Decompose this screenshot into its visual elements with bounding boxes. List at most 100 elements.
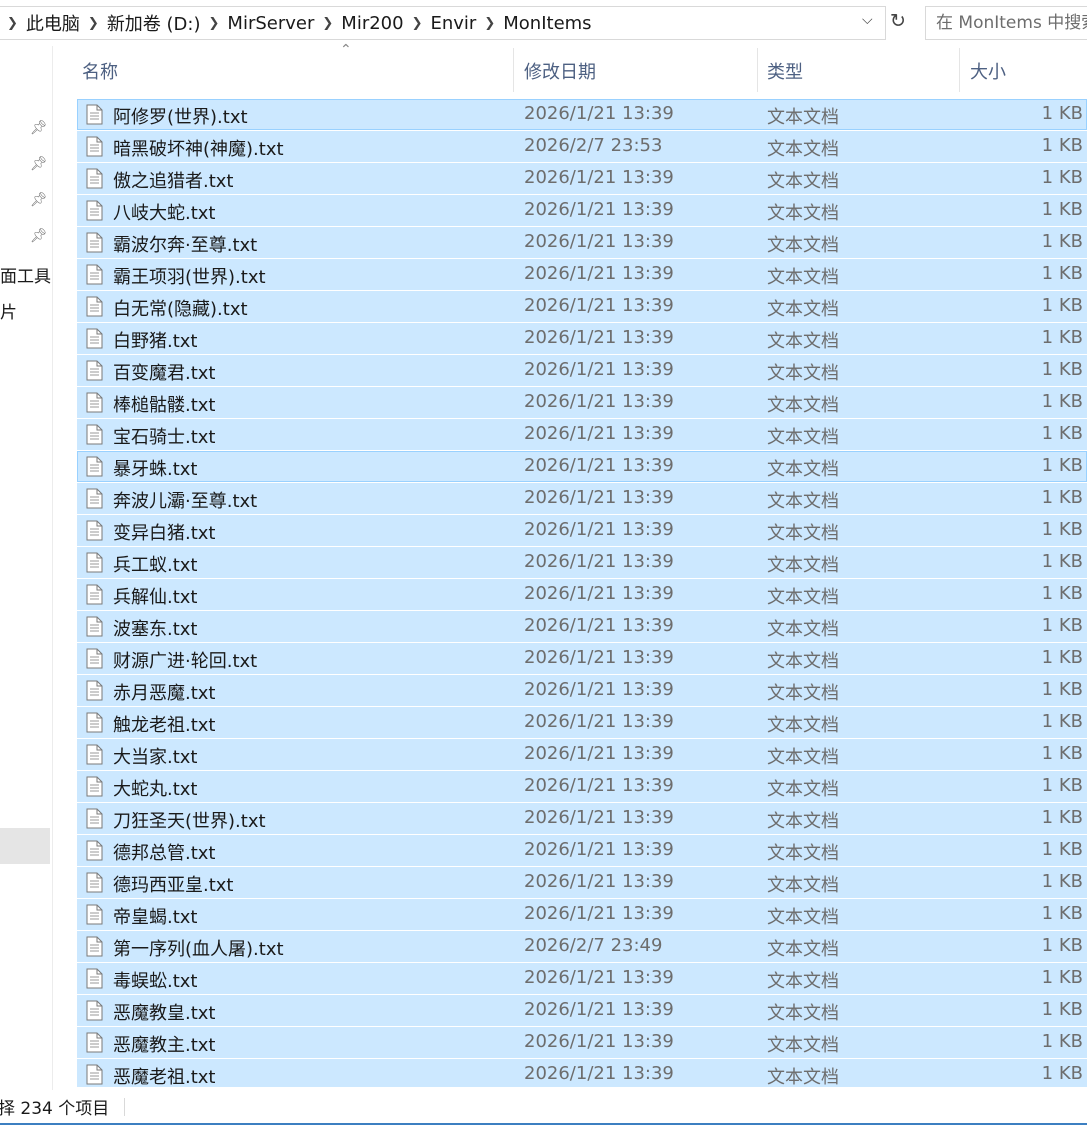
file-row[interactable]: 霸波尔奔·至尊.txt 2026/1/21 13:39 文本文档 1 KB	[77, 227, 1087, 258]
file-name: 兵解仙.txt	[113, 587, 198, 608]
pin-icon[interactable]: 📌︎	[30, 120, 48, 136]
file-row[interactable]: 暴牙蛛.txt 2026/1/21 13:39 文本文档 1 KB	[77, 451, 1087, 482]
column-date[interactable]: 修改日期	[524, 58, 596, 84]
nav-item-desktop-tools[interactable]: 面工具	[0, 262, 51, 287]
search-input[interactable]: 在 MonItems 中搜索	[925, 6, 1087, 40]
text-file-icon	[86, 424, 103, 445]
nav-item-hovered[interactable]	[0, 828, 50, 864]
breadcrumb-envir[interactable]: Envir	[431, 13, 477, 34]
selection-count: 择 234 个项目	[0, 1099, 110, 1119]
text-file-icon	[86, 808, 103, 829]
file-row[interactable]: 波塞东.txt 2026/1/21 13:39 文本文档 1 KB	[77, 611, 1087, 642]
file-name: 棒槌骷髅.txt	[113, 395, 216, 416]
file-date: 2026/1/21 13:39	[524, 615, 674, 636]
file-row[interactable]: 刀狂圣天(世界).txt 2026/1/21 13:39 文本文档 1 KB	[77, 803, 1087, 834]
file-row[interactable]: 财源广进·轮回.txt 2026/1/21 13:39 文本文档 1 KB	[77, 643, 1087, 674]
file-type: 文本文档	[767, 171, 839, 192]
chevron-right-icon[interactable]: ❯	[7, 16, 18, 31]
file-date: 2026/1/21 13:39	[524, 487, 674, 508]
file-row[interactable]: 第一序列(血人屠).txt 2026/2/7 23:49 文本文档 1 KB	[77, 931, 1087, 962]
file-name: 阿修罗(世界).txt	[113, 107, 248, 128]
file-row[interactable]: 棒槌骷髅.txt 2026/1/21 13:39 文本文档 1 KB	[77, 387, 1087, 418]
file-row[interactable]: 大蛇丸.txt 2026/1/21 13:39 文本文档 1 KB	[77, 771, 1087, 802]
chevron-right-icon[interactable]: ❯	[322, 16, 333, 31]
column-type[interactable]: 类型	[767, 58, 803, 84]
file-name: 暗黑破坏神(神魔).txt	[113, 139, 284, 160]
pin-icon[interactable]: 📌︎	[30, 192, 48, 208]
file-row[interactable]: 帝皇蝎.txt 2026/1/21 13:39 文本文档 1 KB	[77, 899, 1087, 930]
file-date: 2026/1/21 13:39	[524, 391, 674, 412]
file-row[interactable]: 德玛西亚皇.txt 2026/1/21 13:39 文本文档 1 KB	[77, 867, 1087, 898]
file-date: 2026/1/21 13:39	[524, 103, 674, 124]
file-row[interactable]: 白野猪.txt 2026/1/21 13:39 文本文档 1 KB	[77, 323, 1087, 354]
text-file-icon	[86, 584, 103, 605]
file-date: 2026/1/21 13:39	[524, 1063, 674, 1084]
file-row[interactable]: 恶魔教主.txt 2026/1/21 13:39 文本文档 1 KB	[77, 1027, 1087, 1058]
file-row[interactable]: 暗黑破坏神(神魔).txt 2026/2/7 23:53 文本文档 1 KB	[77, 131, 1087, 162]
sort-ascending-icon: ⌃	[340, 42, 352, 58]
breadcrumb-mirserver[interactable]: MirServer	[227, 13, 314, 34]
file-row[interactable]: 兵工蚁.txt 2026/1/21 13:39 文本文档 1 KB	[77, 547, 1087, 578]
file-row[interactable]: 大当家.txt 2026/1/21 13:39 文本文档 1 KB	[77, 739, 1087, 770]
file-size: 1 KB	[1041, 167, 1083, 188]
file-row[interactable]: 八岐大蛇.txt 2026/1/21 13:39 文本文档 1 KB	[77, 195, 1087, 226]
file-date: 2026/1/21 13:39	[524, 903, 674, 924]
file-row[interactable]: 傲之追猎者.txt 2026/1/21 13:39 文本文档 1 KB	[77, 163, 1087, 194]
file-row[interactable]: 德邦总管.txt 2026/1/21 13:39 文本文档 1 KB	[77, 835, 1087, 866]
file-type: 文本文档	[767, 587, 839, 608]
nav-item-pictures[interactable]: 片	[0, 298, 17, 323]
file-row[interactable]: 恶魔老祖.txt 2026/1/21 13:39 文本文档 1 KB	[77, 1059, 1087, 1087]
file-row[interactable]: 触龙老祖.txt 2026/1/21 13:39 文本文档 1 KB	[77, 707, 1087, 738]
chevron-right-icon[interactable]: ❯	[88, 16, 99, 31]
file-date: 2026/1/21 13:39	[524, 199, 674, 220]
file-type: 文本文档	[767, 363, 839, 384]
file-date: 2026/1/21 13:39	[524, 807, 674, 828]
text-file-icon	[86, 264, 103, 285]
file-name: 奔波儿灞·至尊.txt	[113, 491, 258, 512]
text-file-icon	[86, 136, 103, 157]
breadcrumb-mir200[interactable]: Mir200	[341, 13, 403, 34]
file-row[interactable]: 赤月恶魔.txt 2026/1/21 13:39 文本文档 1 KB	[77, 675, 1087, 706]
file-row[interactable]: 百变魔君.txt 2026/1/21 13:39 文本文档 1 KB	[77, 355, 1087, 386]
file-row[interactable]: 白无常(隐藏).txt 2026/1/21 13:39 文本文档 1 KB	[77, 291, 1087, 322]
file-name: 傲之追猎者.txt	[113, 171, 234, 192]
file-name: 恶魔教主.txt	[113, 1035, 216, 1056]
file-type: 文本文档	[767, 299, 839, 320]
text-file-icon	[86, 616, 103, 637]
chevron-right-icon[interactable]: ❯	[209, 16, 220, 31]
file-name: 刀狂圣天(世界).txt	[113, 811, 266, 832]
breadcrumb-this-pc[interactable]: 此电脑	[26, 10, 80, 36]
breadcrumb-drive-d[interactable]: 新加卷 (D:)	[107, 10, 201, 36]
column-size[interactable]: 大小	[970, 58, 1006, 84]
file-size: 1 KB	[1041, 999, 1083, 1020]
chevron-down-icon[interactable]: ⌵	[862, 12, 873, 28]
file-name: 财源广进·轮回.txt	[113, 651, 258, 672]
file-row[interactable]: 毒蜈蚣.txt 2026/1/21 13:39 文本文档 1 KB	[77, 963, 1087, 994]
file-row[interactable]: 恶魔教皇.txt 2026/1/21 13:39 文本文档 1 KB	[77, 995, 1087, 1026]
file-type: 文本文档	[767, 1003, 839, 1024]
refresh-icon[interactable]: ↻	[890, 10, 906, 32]
chevron-right-icon[interactable]: ❯	[412, 16, 423, 31]
address-bar[interactable]: ❯ 此电脑 ❯ 新加卷 (D:) ❯ MirServer ❯ Mir200 ❯ …	[0, 6, 886, 40]
column-divider[interactable]	[959, 48, 960, 92]
file-row[interactable]: 变异白猪.txt 2026/1/21 13:39 文本文档 1 KB	[77, 515, 1087, 546]
file-size: 1 KB	[1041, 903, 1083, 924]
pin-icon[interactable]: 📌︎	[30, 156, 48, 172]
file-row[interactable]: 奔波儿灞·至尊.txt 2026/1/21 13:39 文本文档 1 KB	[77, 483, 1087, 514]
text-file-icon	[86, 392, 103, 413]
file-row[interactable]: 霸王项羽(世界).txt 2026/1/21 13:39 文本文档 1 KB	[77, 259, 1087, 290]
file-row[interactable]: 兵解仙.txt 2026/1/21 13:39 文本文档 1 KB	[77, 579, 1087, 610]
breadcrumb-monitems[interactable]: MonItems	[503, 13, 591, 34]
chevron-right-icon[interactable]: ❯	[484, 16, 495, 31]
text-file-icon	[86, 872, 103, 893]
pin-icon[interactable]: 📌︎	[30, 228, 48, 244]
file-type: 文本文档	[767, 683, 839, 704]
file-date: 2026/1/21 13:39	[524, 327, 674, 348]
file-date: 2026/1/21 13:39	[524, 551, 674, 572]
column-name[interactable]: 名称	[82, 58, 118, 84]
file-row[interactable]: 阿修罗(世界).txt 2026/1/21 13:39 文本文档 1 KB	[77, 99, 1087, 130]
file-row[interactable]: 宝石骑士.txt 2026/1/21 13:39 文本文档 1 KB	[77, 419, 1087, 450]
column-divider[interactable]	[757, 48, 758, 92]
column-divider[interactable]	[513, 48, 514, 92]
text-file-icon	[86, 296, 103, 317]
